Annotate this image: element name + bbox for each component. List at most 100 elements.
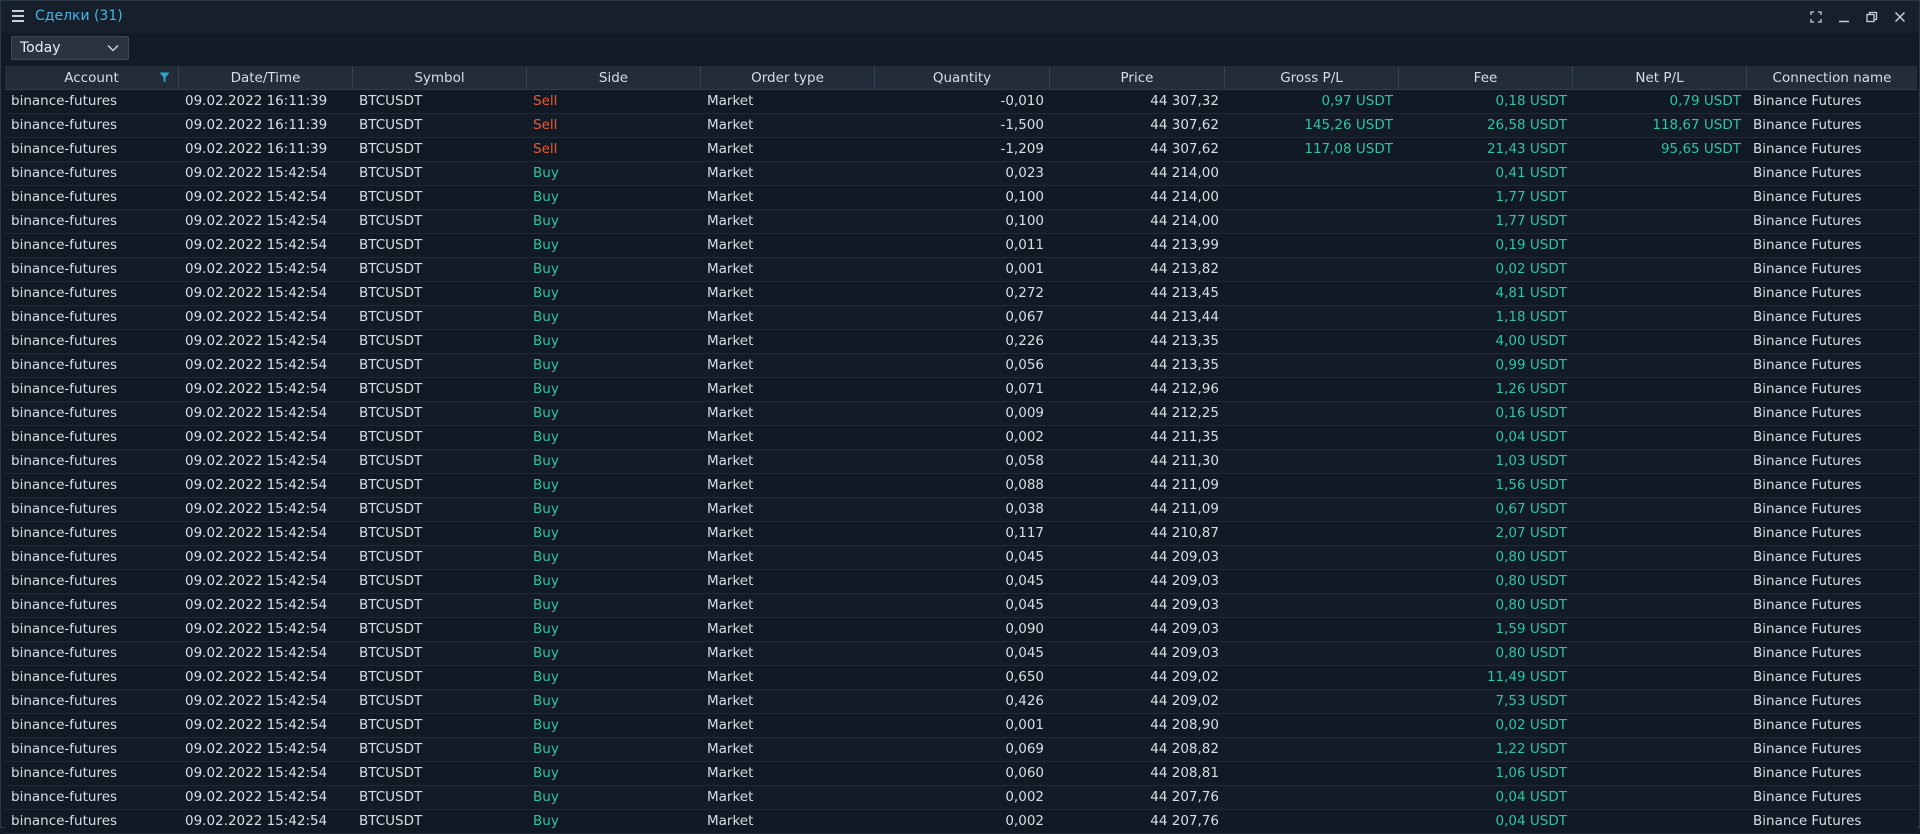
column-header-order-type[interactable]: Order type <box>701 66 875 89</box>
table-row[interactable]: binance-futures 09.02.2022 16:11:39 BTCUSD… <box>5 90 1917 114</box>
table-row[interactable]: binance-futures 09.02.2022 15:42:54 BTCUSD… <box>5 354 1917 378</box>
cell-date-time: 09.02.2022 15:42:54 <box>185 189 328 205</box>
table-row[interactable]: binance-futures 09.02.2022 15:42:54 BTCUSD… <box>5 618 1917 642</box>
cell-side: Buy <box>533 765 559 781</box>
column-header-price[interactable]: Price <box>1050 66 1225 89</box>
table-row[interactable]: binance-futures 09.02.2022 15:42:54 BTCUSD… <box>5 426 1917 450</box>
cell-account: binance-futures <box>11 117 118 133</box>
cell-price: 44 307,62 <box>1150 117 1219 133</box>
cell-order-type: Market <box>707 741 754 757</box>
cell-symbol: BTCUSDT <box>359 237 423 253</box>
table-row[interactable]: binance-futures 09.02.2022 15:42:54 BTCUSD… <box>5 282 1917 306</box>
cell-date-time: 09.02.2022 15:42:54 <box>185 669 328 685</box>
cell-quantity: 0,067 <box>1005 309 1044 325</box>
table-row[interactable]: binance-futures 09.02.2022 15:42:54 BTCUSD… <box>5 546 1917 570</box>
table-row[interactable]: binance-futures 09.02.2022 15:42:54 BTCUSD… <box>5 186 1917 210</box>
cell-fee: 11,49 USDT <box>1486 669 1567 685</box>
cell-date-time: 09.02.2022 15:42:54 <box>185 333 328 349</box>
table-row[interactable]: binance-futures 09.02.2022 15:42:54 BTCUSD… <box>5 474 1917 498</box>
table-row[interactable]: binance-futures 09.02.2022 16:11:39 BTCUSD… <box>5 138 1917 162</box>
cell-price: 44 307,32 <box>1150 93 1219 109</box>
cell-account: binance-futures <box>11 525 118 541</box>
cell-symbol: BTCUSDT <box>359 381 423 397</box>
cell-symbol: BTCUSDT <box>359 765 423 781</box>
cell-quantity: 0,045 <box>1005 645 1044 661</box>
table-row[interactable]: binance-futures 09.02.2022 15:42:54 BTCUSD… <box>5 666 1917 690</box>
restore-button[interactable] <box>1861 7 1883 27</box>
hamburger-icon[interactable] <box>12 10 24 24</box>
table-row[interactable]: binance-futures 09.02.2022 15:42:54 BTCUSD… <box>5 738 1917 762</box>
cell-net-p-l <box>1573 690 1747 713</box>
column-header-date-time[interactable]: Date/Time <box>179 66 353 89</box>
cell-fee: 7,53 USDT <box>1495 693 1567 709</box>
cell-price: 44 214,00 <box>1150 165 1219 181</box>
cell-side: Buy <box>533 789 559 805</box>
cell-net-p-l <box>1573 210 1747 233</box>
cell-fee: 0,80 USDT <box>1495 645 1567 661</box>
cell-gross-p-l: 117,08 USDT <box>1304 141 1393 157</box>
cell-net-p-l <box>1573 546 1747 569</box>
table-row[interactable]: binance-futures 09.02.2022 15:42:54 BTCUSD… <box>5 234 1917 258</box>
cell-price: 44 209,03 <box>1150 645 1219 661</box>
table-row[interactable]: binance-futures 09.02.2022 15:42:54 BTCUSD… <box>5 378 1917 402</box>
table-row[interactable]: binance-futures 09.02.2022 15:42:54 BTCUSD… <box>5 762 1917 786</box>
column-header-account[interactable]: Account <box>5 66 179 89</box>
table-row[interactable]: binance-futures 09.02.2022 15:42:54 BTCUSD… <box>5 258 1917 282</box>
cell-quantity: 0,045 <box>1005 573 1044 589</box>
table-row[interactable]: binance-futures 09.02.2022 15:42:54 BTCUSD… <box>5 402 1917 426</box>
cell-account: binance-futures <box>11 789 118 805</box>
period-select[interactable]: Today <box>11 36 129 60</box>
minimize-button[interactable] <box>1833 7 1855 27</box>
column-header-quantity[interactable]: Quantity <box>875 66 1050 89</box>
table-row[interactable]: binance-futures 09.02.2022 15:42:54 BTCUSD… <box>5 498 1917 522</box>
column-header-label: Quantity <box>932 69 992 86</box>
cell-fee: 0,67 USDT <box>1495 501 1567 517</box>
table-row[interactable]: binance-futures 09.02.2022 15:42:54 BTCUSD… <box>5 306 1917 330</box>
cell-order-type: Market <box>707 309 754 325</box>
table-row[interactable]: binance-futures 09.02.2022 15:42:54 BTCUSD… <box>5 330 1917 354</box>
column-header-gross-p-l[interactable]: Gross P/L <box>1225 66 1399 89</box>
cell-connection-name: Binance Futures <box>1753 381 1862 397</box>
table-row[interactable]: binance-futures 09.02.2022 15:42:54 BTCUSD… <box>5 714 1917 738</box>
table-row[interactable]: binance-futures 09.02.2022 15:42:54 BTCUSD… <box>5 690 1917 714</box>
cell-account: binance-futures <box>11 453 118 469</box>
cell-side: Buy <box>533 813 559 829</box>
cell-net-p-l <box>1573 186 1747 209</box>
table-row[interactable]: binance-futures 09.02.2022 15:42:54 BTCUSD… <box>5 810 1917 834</box>
close-button[interactable] <box>1889 7 1911 27</box>
cell-quantity: 0,100 <box>1005 189 1044 205</box>
cell-order-type: Market <box>707 117 754 133</box>
cell-account: binance-futures <box>11 549 118 565</box>
table-row[interactable]: binance-futures 09.02.2022 15:42:54 BTCUSD… <box>5 210 1917 234</box>
cell-date-time: 09.02.2022 15:42:54 <box>185 237 328 253</box>
table-row[interactable]: binance-futures 09.02.2022 15:42:54 BTCUSD… <box>5 642 1917 666</box>
table-row[interactable]: binance-futures 09.02.2022 15:42:54 BTCUSD… <box>5 522 1917 546</box>
column-header-label: Fee <box>1473 69 1498 86</box>
fullscreen-button[interactable] <box>1805 7 1827 27</box>
table-row[interactable]: binance-futures 09.02.2022 15:42:54 BTCUSD… <box>5 570 1917 594</box>
cell-net-p-l <box>1573 258 1747 281</box>
cell-fee: 0,04 USDT <box>1495 429 1567 445</box>
column-header-connection-name[interactable]: Connection name <box>1747 66 1917 89</box>
column-header-side[interactable]: Side <box>527 66 701 89</box>
cell-connection-name: Binance Futures <box>1753 597 1862 613</box>
cell-fee: 1,26 USDT <box>1495 381 1567 397</box>
table-row[interactable]: binance-futures 09.02.2022 15:42:54 BTCUSD… <box>5 450 1917 474</box>
table-row[interactable]: binance-futures 09.02.2022 15:42:54 BTCUSD… <box>5 594 1917 618</box>
table-row[interactable]: binance-futures 09.02.2022 15:42:54 BTCUSD… <box>5 162 1917 186</box>
cell-side: Buy <box>533 693 559 709</box>
column-header-symbol[interactable]: Symbol <box>353 66 527 89</box>
table-row[interactable]: binance-futures 09.02.2022 15:42:54 BTCUSD… <box>5 786 1917 810</box>
column-header-net-p-l[interactable]: Net P/L <box>1573 66 1747 89</box>
cell-fee: 1,18 USDT <box>1495 309 1567 325</box>
cell-gross-p-l <box>1225 378 1399 401</box>
cell-connection-name: Binance Futures <box>1753 477 1862 493</box>
table-row[interactable]: binance-futures 09.02.2022 16:11:39 BTCUSD… <box>5 114 1917 138</box>
funnel-icon[interactable] <box>159 72 170 83</box>
cell-price: 44 208,81 <box>1150 765 1219 781</box>
column-header-fee[interactable]: Fee <box>1399 66 1573 89</box>
cell-order-type: Market <box>707 477 754 493</box>
cell-connection-name: Binance Futures <box>1753 261 1862 277</box>
cell-net-p-l <box>1573 162 1747 185</box>
column-header-label: Date/Time <box>230 69 301 86</box>
